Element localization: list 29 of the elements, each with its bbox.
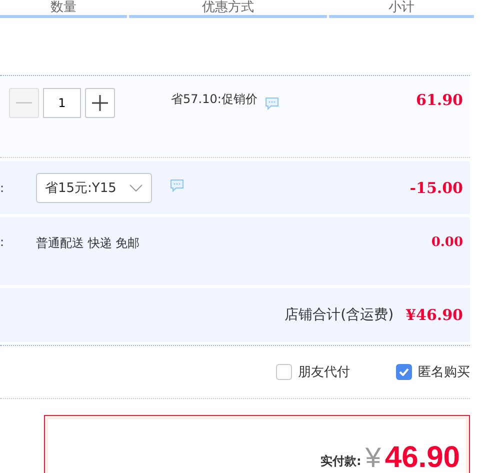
comment-icon[interactable]: [170, 179, 184, 192]
check-icon: [399, 368, 409, 376]
promotion-text: 省57.10:促销价: [171, 91, 258, 108]
option-checkbox[interactable]: 朋友代付: [276, 363, 350, 381]
shipping-label: :: [0, 235, 6, 249]
coupon-amount: -15.00: [410, 178, 463, 196]
shipping-amount: 0.00: [431, 235, 463, 250]
column-header: 数量: [0, 0, 127, 18]
option-checkbox[interactable]: 匿名购买: [396, 363, 470, 381]
increase-button[interactable]: [85, 88, 115, 118]
shop-total-label: 店铺合计(含运费): [284, 306, 394, 324]
shop-total-amount: ¥46.90: [406, 306, 463, 324]
decrease-button[interactable]: [9, 88, 39, 118]
quantity-field[interactable]: 1: [43, 88, 81, 118]
coupon-dropdown[interactable]: 省15元:Y15: [36, 172, 152, 202]
checkbox[interactable]: [276, 364, 292, 380]
checkbox[interactable]: [396, 364, 412, 380]
item-subtotal: 61.90: [416, 91, 463, 109]
payment-label: 实付款:: [320, 453, 362, 470]
column-header: 优惠方式: [129, 0, 327, 18]
coupon-label: :: [0, 180, 6, 194]
column-header: 小计: [329, 0, 474, 18]
shipping-method: 普通配送 快递 免邮: [36, 235, 140, 252]
minus-icon: [16, 102, 32, 104]
currency-symbol: ¥: [365, 443, 381, 473]
plus-icon: [92, 95, 108, 111]
payment-amount: 46.90: [384, 443, 460, 473]
comment-icon[interactable]: [265, 97, 280, 110]
chevron-down-icon: [129, 184, 143, 192]
